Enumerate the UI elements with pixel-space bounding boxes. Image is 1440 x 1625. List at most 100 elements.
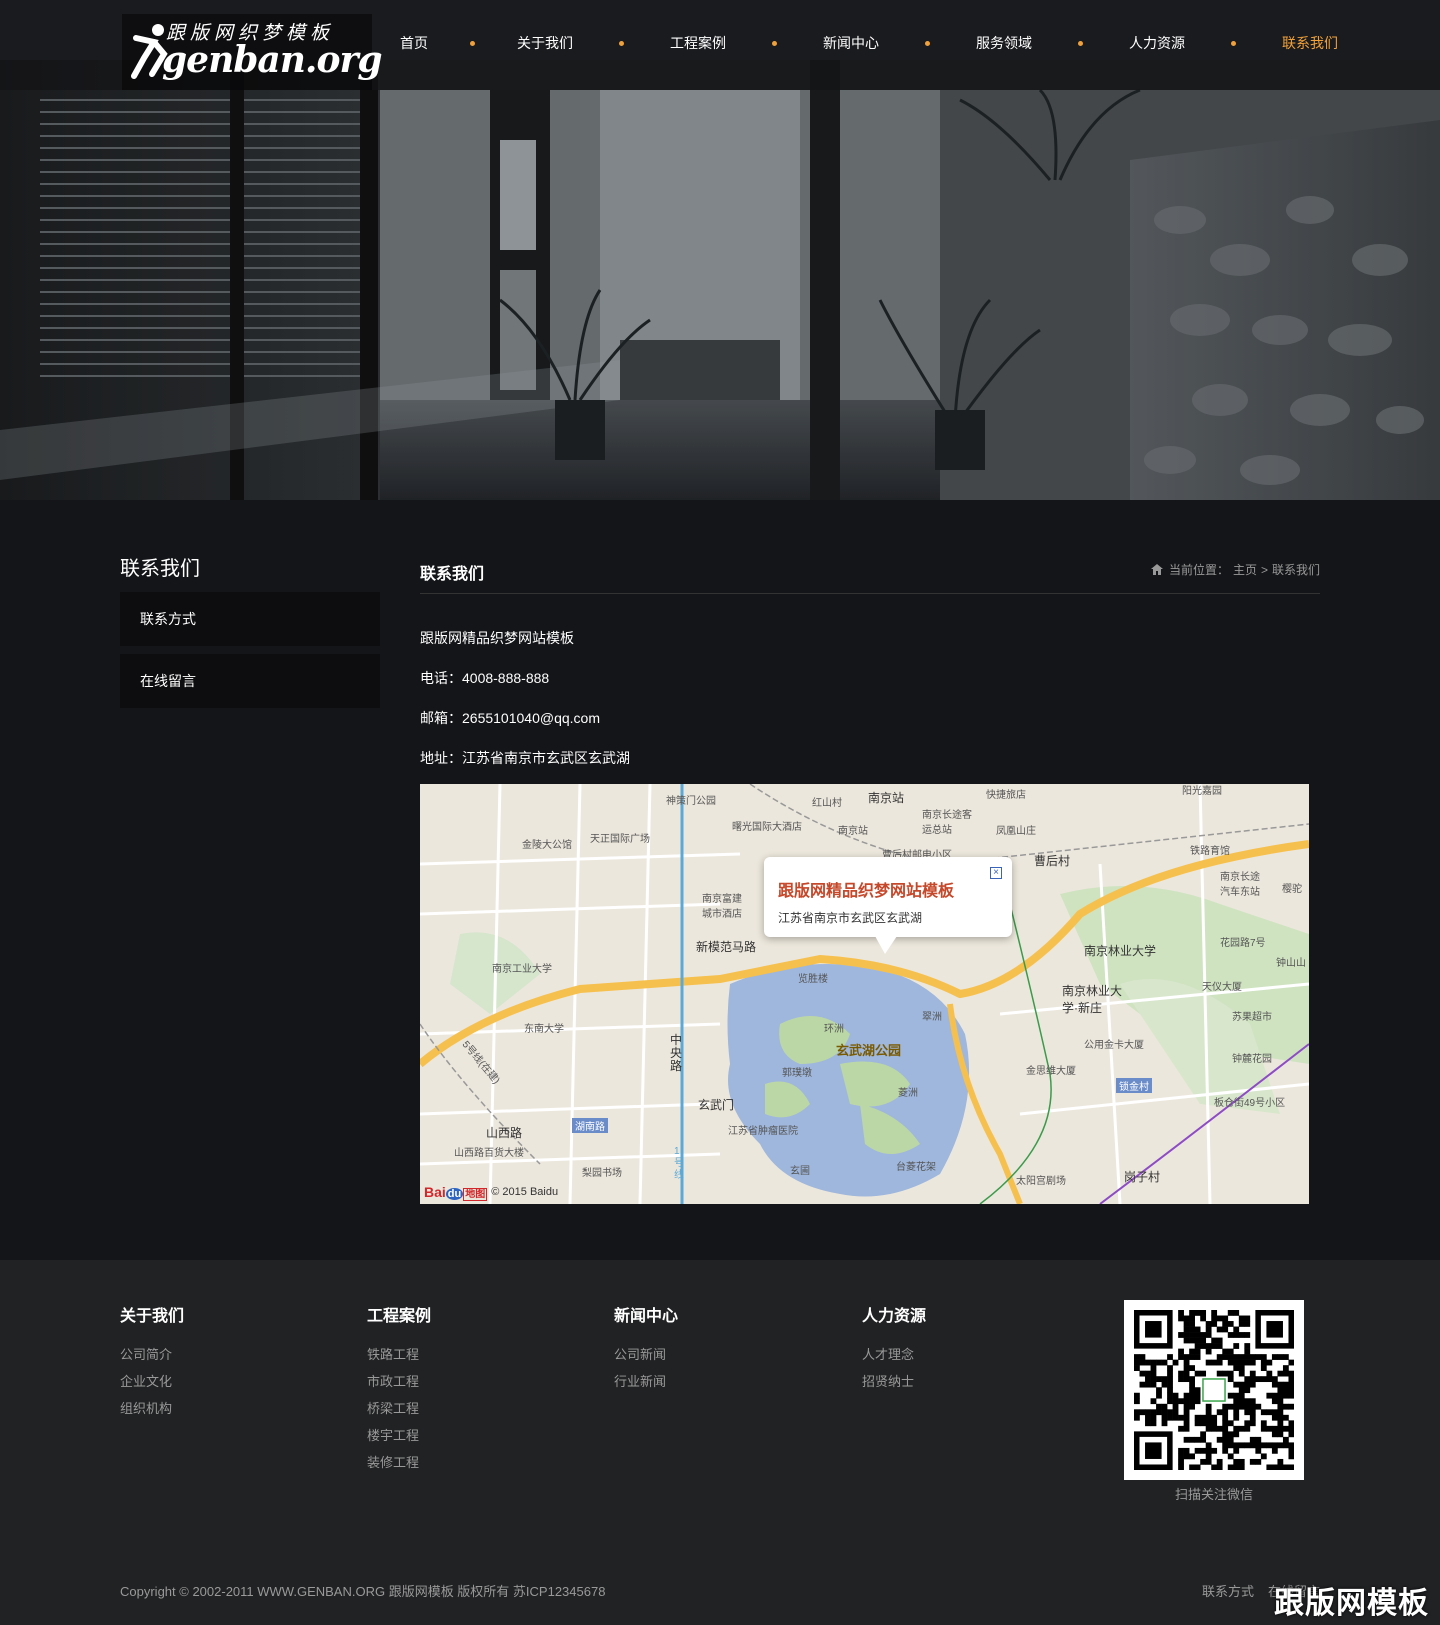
footer-column-title: 新闻中心 — [614, 1308, 679, 1325]
nav-contact[interactable]: 联系我们 — [1282, 33, 1338, 53]
footer-link[interactable]: 铁路工程 — [367, 1341, 431, 1368]
baidu-logo-du: du — [445, 1188, 464, 1200]
map-copyright-text: © 2015 Baidu — [491, 1186, 559, 1198]
map-label: 览胜楼 — [798, 974, 828, 985]
map-label: 山西路 — [486, 1126, 523, 1140]
map-label: 铁路育馆 — [1190, 846, 1230, 857]
footer-link[interactable]: 人才理念 — [862, 1341, 926, 1368]
map-label: 神策门公园 — [666, 796, 716, 807]
map-label: 江苏省肿瘤医院 — [728, 1126, 798, 1137]
footer-link[interactable]: 企业文化 — [120, 1368, 184, 1395]
map-label: 红山村 — [812, 798, 842, 809]
map-label: 南京林业大学·新庄 — [1062, 984, 1123, 1015]
map-info-popup: 跟版网精品织梦网站模板 江苏省南京市玄武区玄武湖 × — [764, 857, 1012, 937]
map-label: 曹后村 — [1034, 854, 1071, 868]
footer-link[interactable]: 招贤纳士 — [862, 1368, 926, 1395]
close-icon[interactable]: × — [990, 867, 1002, 879]
footer-column-title: 人力资源 — [862, 1308, 927, 1325]
map-label: 阳光嘉园 — [1182, 786, 1222, 797]
footer-link[interactable]: 组织机构 — [120, 1395, 184, 1422]
title-divider — [420, 593, 1320, 594]
map-label: 樱驼 — [1282, 884, 1302, 895]
map-label: 翠洲 — [922, 1012, 942, 1023]
map-label: 岗子村 — [1124, 1170, 1161, 1184]
map-label: 环洲 — [824, 1024, 844, 1035]
map-label: 钟山山 — [1276, 958, 1306, 969]
footer-link[interactable]: 行业新闻 — [614, 1368, 678, 1395]
map-label: 南京林业大学 — [1084, 944, 1157, 958]
company-name: 跟版网精品织梦网站模板 — [420, 630, 574, 646]
footer-link[interactable]: 桥梁工程 — [367, 1395, 431, 1422]
qr-caption: 扫描关注微信 — [1174, 1487, 1253, 1502]
map-label: 台菱花架 — [896, 1162, 936, 1173]
map-label: 天仪大厦 — [1202, 982, 1242, 993]
breadcrumb: 当前位置： 主页 > 联系我们 — [1150, 561, 1320, 578]
map-label: 湖南路 — [572, 1118, 608, 1133]
sidebar-item-message[interactable]: 在线留言 — [120, 654, 380, 708]
map-label: 1号线 — [674, 1146, 684, 1181]
home-icon — [1150, 564, 1163, 575]
map-label: 玄武门 — [698, 1098, 735, 1112]
nav-separator-dot — [470, 40, 475, 46]
breadcrumb-prefix: 当前位置： — [1168, 563, 1229, 577]
map-label: 凤凰山庄 — [996, 826, 1036, 837]
map-label: 菱洲 — [898, 1088, 918, 1099]
logo-english-text: genban.org — [162, 39, 383, 81]
nav-cases[interactable]: 工程案例 — [670, 33, 726, 53]
main-nav: 首页 关于我们 工程案例 新闻中心 服务领域 人力资源 联系我们 — [400, 33, 1338, 53]
footer-link[interactable]: 楼宇工程 — [367, 1422, 431, 1449]
nav-home[interactable]: 首页 — [400, 33, 428, 53]
breadcrumb-separator: > — [1260, 562, 1268, 577]
map-label: 金思维大厦 — [1026, 1066, 1076, 1077]
footer-bottom-link[interactable]: 联系方式 — [1202, 1581, 1254, 1600]
footer-column-cases: 工程案例 铁路工程 市政工程 桥梁工程 楼宇工程 装修工程 — [367, 1302, 431, 1476]
nav-about[interactable]: 关于我们 — [517, 33, 573, 53]
nav-separator-dot — [772, 40, 777, 46]
nav-separator-dot — [619, 40, 624, 46]
map-label: 南京工业大学 — [492, 964, 552, 975]
nav-news[interactable]: 新闻中心 — [823, 33, 879, 53]
watermark-logo: 跟版网模板 — [1274, 1586, 1429, 1621]
sidebar-title: 联系我们 — [120, 558, 200, 580]
nav-separator-dot — [1231, 40, 1236, 46]
map-label: 新模范马路 — [696, 940, 757, 954]
email-text: 邮箱：2655101040@qq.com — [420, 710, 600, 726]
site-header: 跟版网织梦模板 genban.org 首页 关于我们 工程案例 新闻中心 服务领… — [0, 0, 1440, 90]
nav-hr[interactable]: 人力资源 — [1129, 33, 1185, 53]
footer-link[interactable]: 装修工程 — [367, 1449, 431, 1476]
footer-link[interactable]: 公司简介 — [120, 1341, 184, 1368]
map-label: 钟麓花园 — [1232, 1054, 1272, 1065]
footer-column-hr: 人力资源 人才理念 招贤纳士 — [862, 1302, 926, 1395]
baidu-map[interactable]: 南京站 神策门公园 红山村 快捷旅店 阳光嘉园 曙光国际大酒店 南京站 南京长途… — [420, 784, 1309, 1204]
map-label: 板仓街49号小区 — [1214, 1098, 1286, 1109]
copyright-text: Copyright © 2002-2011 WWW.GENBAN.ORG 跟版网… — [120, 1584, 606, 1599]
map-label: 苏果超市 — [1232, 1012, 1272, 1023]
site-logo[interactable]: 跟版网织梦模板 genban.org — [122, 14, 383, 90]
map-label: 玄武湖公园 — [836, 1043, 902, 1058]
map-label: 南京站 — [868, 791, 905, 805]
map-label: 郭璞墩 — [782, 1068, 812, 1079]
nav-services[interactable]: 服务领域 — [976, 33, 1032, 53]
map-label: 太阳宫剧场 — [1016, 1176, 1066, 1187]
map-label: 南京富建城市酒店 — [702, 894, 742, 920]
footer-column-title: 工程案例 — [367, 1308, 432, 1325]
map-label: 金陵大公馆 — [522, 840, 572, 851]
popup-address: 江苏省南京市玄武区玄武湖 — [778, 911, 923, 925]
phone-text: 电话：4008-888-888 — [420, 670, 550, 686]
map-label: 南京长途汽车东站 — [1220, 872, 1260, 898]
popup-title: 跟版网精品织梦网站模板 — [778, 883, 955, 900]
nav-separator-dot — [925, 40, 930, 46]
map-label: 公用金卡大厦 — [1084, 1040, 1144, 1051]
baidu-logo: Bai du 地图 — [424, 1184, 488, 1201]
map-label: 山西路百货大楼 — [454, 1148, 524, 1159]
map-label: 南京长途客运总站 — [922, 810, 972, 836]
qr-code-icon — [1134, 1310, 1295, 1471]
footer-link[interactable]: 公司新闻 — [614, 1341, 678, 1368]
map-label: 中央路 — [670, 1033, 683, 1073]
footer-link[interactable]: 市政工程 — [367, 1368, 431, 1395]
map-label: 玄圃 — [790, 1166, 810, 1177]
breadcrumb-home[interactable]: 主页 — [1233, 561, 1257, 578]
footer-column-news: 新闻中心 公司新闻 行业新闻 — [614, 1302, 678, 1395]
sidebar-item-contact-info[interactable]: 联系方式 — [120, 592, 380, 646]
breadcrumb-current[interactable]: 联系我们 — [1272, 561, 1320, 578]
